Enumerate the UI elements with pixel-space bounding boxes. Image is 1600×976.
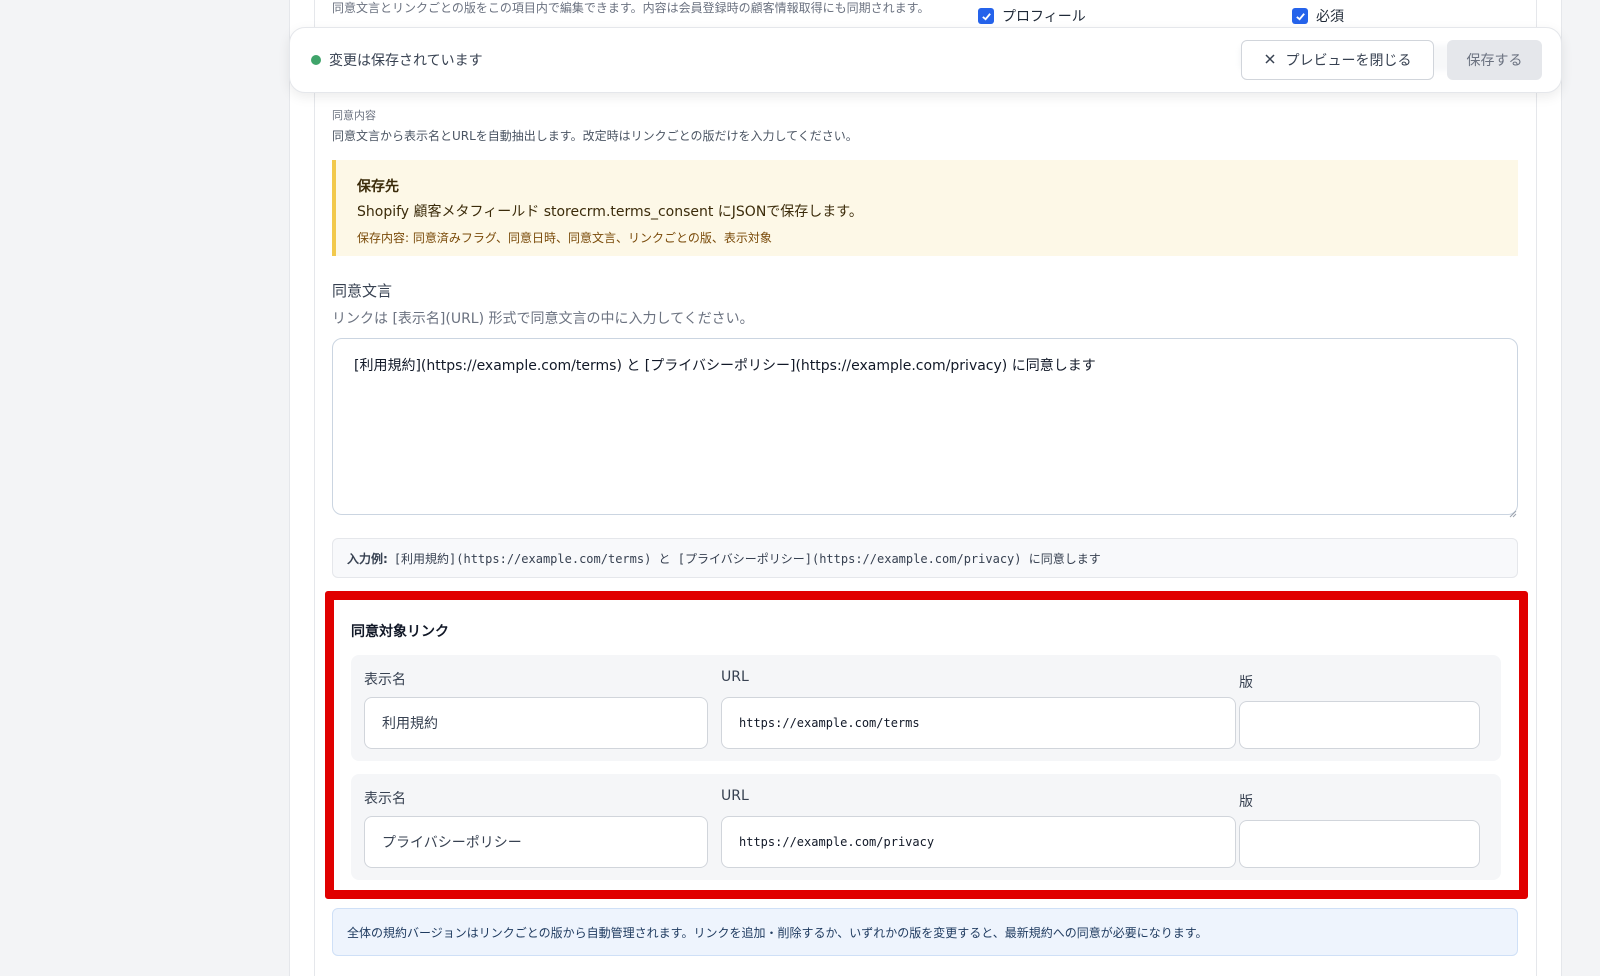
link-row: 表示名 URL 版 利用規約 https://example.com/terms (351, 655, 1501, 761)
profile-checkbox-label: プロフィール (1002, 9, 1086, 25)
url-label: URL (721, 788, 749, 804)
notice-title: 保存先 (357, 179, 399, 195)
version-label: 版 (1239, 794, 1253, 810)
version-input[interactable] (1239, 820, 1480, 868)
version-info-box: 全体の規約バージョンはリンクごとの版から自動管理されます。リンクを追加・削除する… (332, 908, 1518, 956)
version-label: 版 (1239, 675, 1253, 691)
url-label: URL (721, 669, 749, 685)
input-example: 入力例: [利用規約](https://example.com/terms) と… (332, 538, 1518, 578)
example-prefix: 入力例: (347, 551, 388, 566)
status-dot-icon (311, 55, 321, 65)
top-description: 同意文言とリンクごとの版をこの項目内で編集できます。内容は会員登録時の顧客情報取… (332, 1, 930, 15)
close-icon (1264, 52, 1276, 68)
consent-text-help: リンクは [表示名](URL) 形式で同意文言の中に入力してください。 (332, 311, 754, 327)
close-preview-label: プレビューを閉じる (1285, 52, 1412, 68)
display-name-input[interactable]: 利用規約 (364, 697, 708, 749)
version-input[interactable] (1239, 701, 1480, 749)
consent-links-section: 同意対象リンク 表示名 URL 版 利用規約 https://example.c… (325, 591, 1528, 899)
notice-main-text: Shopify 顧客メタフィールド storecrm.terms_consent… (357, 204, 863, 220)
example-code: [利用規約](https://example.com/terms) と [プライ… (393, 551, 1101, 566)
save-status-text: 変更は保存されています (329, 53, 483, 69)
consent-text-input[interactable]: [利用規約](https://example.com/terms) と [プライ… (332, 338, 1518, 515)
resize-handle-icon[interactable] (1507, 503, 1517, 518)
checkbox-checked-icon (1292, 8, 1308, 24)
notice-sub-text: 保存内容: 同意済みフラグ、同意日時、同意文言、リンクごとの版、表示対象 (357, 231, 772, 245)
consent-text-label: 同意文言 (332, 282, 393, 300)
checkbox-checked-icon (978, 8, 994, 24)
profile-checkbox[interactable]: プロフィール (978, 6, 1086, 26)
save-bar: 変更は保存されています プレビューを閉じる 保存する (289, 27, 1562, 93)
display-name-label: 表示名 (364, 672, 406, 688)
save-button[interactable]: 保存する (1447, 40, 1542, 80)
consent-section-label: 同意内容 (332, 109, 376, 122)
display-name-label: 表示名 (364, 791, 406, 807)
consent-links-title: 同意対象リンク (351, 624, 449, 640)
close-preview-button[interactable]: プレビューを閉じる (1241, 40, 1434, 80)
link-row: 表示名 URL 版 プライバシーポリシー https://example.com… (351, 774, 1501, 880)
left-gutter (0, 0, 289, 976)
required-checkbox[interactable]: 必須 (1292, 6, 1344, 26)
url-input[interactable]: https://example.com/privacy (721, 816, 1236, 868)
consent-section-description: 同意文言から表示名とURLを自動抽出します。改定時はリンクごとの版だけを入力して… (332, 129, 858, 143)
url-input[interactable]: https://example.com/terms (721, 697, 1236, 749)
storage-notice: 保存先 Shopify 顧客メタフィールド storecrm.terms_con… (332, 160, 1518, 256)
required-checkbox-label: 必須 (1316, 9, 1344, 25)
display-name-input[interactable]: プライバシーポリシー (364, 816, 708, 868)
